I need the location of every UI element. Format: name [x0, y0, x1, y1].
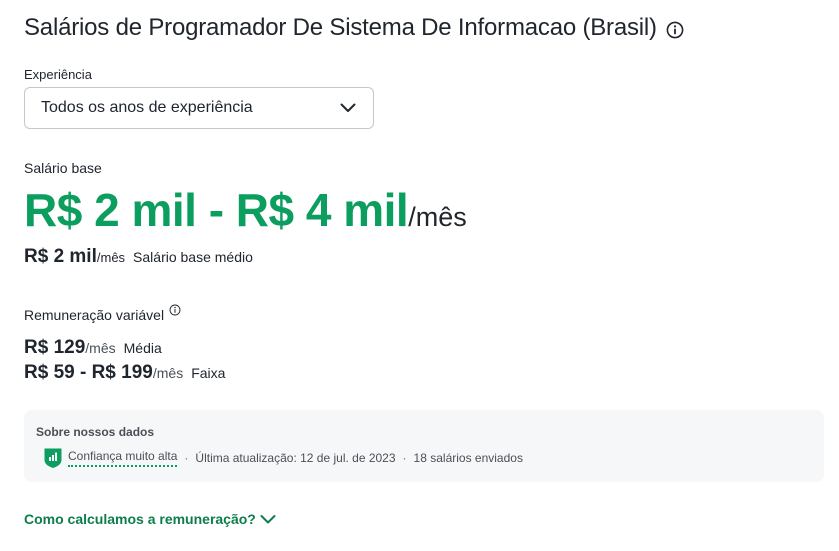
chevron-down-icon	[259, 510, 277, 528]
separator-dot: ·	[184, 451, 189, 465]
page-header: Salários de Programador De Sistema De In…	[24, 14, 684, 42]
data-info-panel: Sobre nossos dados Confiança muito alta …	[24, 410, 824, 482]
data-info-line: Confiança muito alta · Última atualizaçã…	[43, 447, 523, 469]
base-salary-average-label: Salário base médio	[133, 249, 253, 265]
variable-pay-label: Remuneração variável	[24, 307, 165, 323]
salary-count-text: 18 salários enviados	[413, 451, 523, 465]
base-salary-average: R$ 2 mil /mês Salário base médio	[24, 246, 253, 268]
chevron-down-icon	[339, 99, 357, 117]
base-salary-range: R$ 2 mil - R$ 4 mil /mês	[24, 183, 467, 237]
data-info-title: Sobre nossos dados	[36, 425, 155, 439]
base-salary-label: Salário base	[24, 160, 102, 176]
page-title: Salários de Programador De Sistema De In…	[24, 14, 657, 41]
base-salary-range-value: R$ 2 mil - R$ 4 mil	[24, 184, 409, 236]
variable-pay-average-unit: /mês	[85, 340, 116, 356]
shield-bars-icon	[43, 447, 63, 469]
experience-select-value: Todos os anos de experiência	[41, 99, 253, 116]
experience-label: Experiência	[24, 67, 92, 82]
variable-pay-label-row: Remuneração variável	[24, 304, 181, 323]
variable-pay-range-value: R$ 59 - R$ 199	[24, 362, 153, 383]
base-salary-range-unit: /mês	[408, 202, 467, 232]
variable-pay-average: R$ 129 /mês Média	[24, 337, 162, 359]
separator-dot: ·	[402, 451, 407, 465]
experience-select[interactable]: Todos os anos de experiência	[24, 87, 374, 129]
variable-pay-range: R$ 59 - R$ 199 /mês Faixa	[24, 362, 225, 384]
base-salary-average-value: R$ 2 mil	[24, 246, 97, 267]
how-we-calculate-label: Como calculamos a remuneração?	[24, 511, 256, 527]
variable-pay-range-label: Faixa	[191, 365, 226, 381]
variable-pay-average-value: R$ 129	[24, 337, 86, 358]
last-update-text: Última atualização: 12 de jul. de 2023	[195, 451, 396, 465]
confidence-link[interactable]: Confiança muito alta	[68, 449, 178, 467]
variable-pay-average-label: Média	[123, 340, 162, 356]
info-circle-icon[interactable]	[169, 303, 181, 316]
how-we-calculate-link[interactable]: Como calculamos a remuneração?	[24, 510, 277, 528]
info-circle-icon[interactable]	[666, 21, 684, 39]
variable-pay-range-unit: /mês	[152, 365, 184, 381]
base-salary-average-unit: /mês	[96, 250, 126, 265]
